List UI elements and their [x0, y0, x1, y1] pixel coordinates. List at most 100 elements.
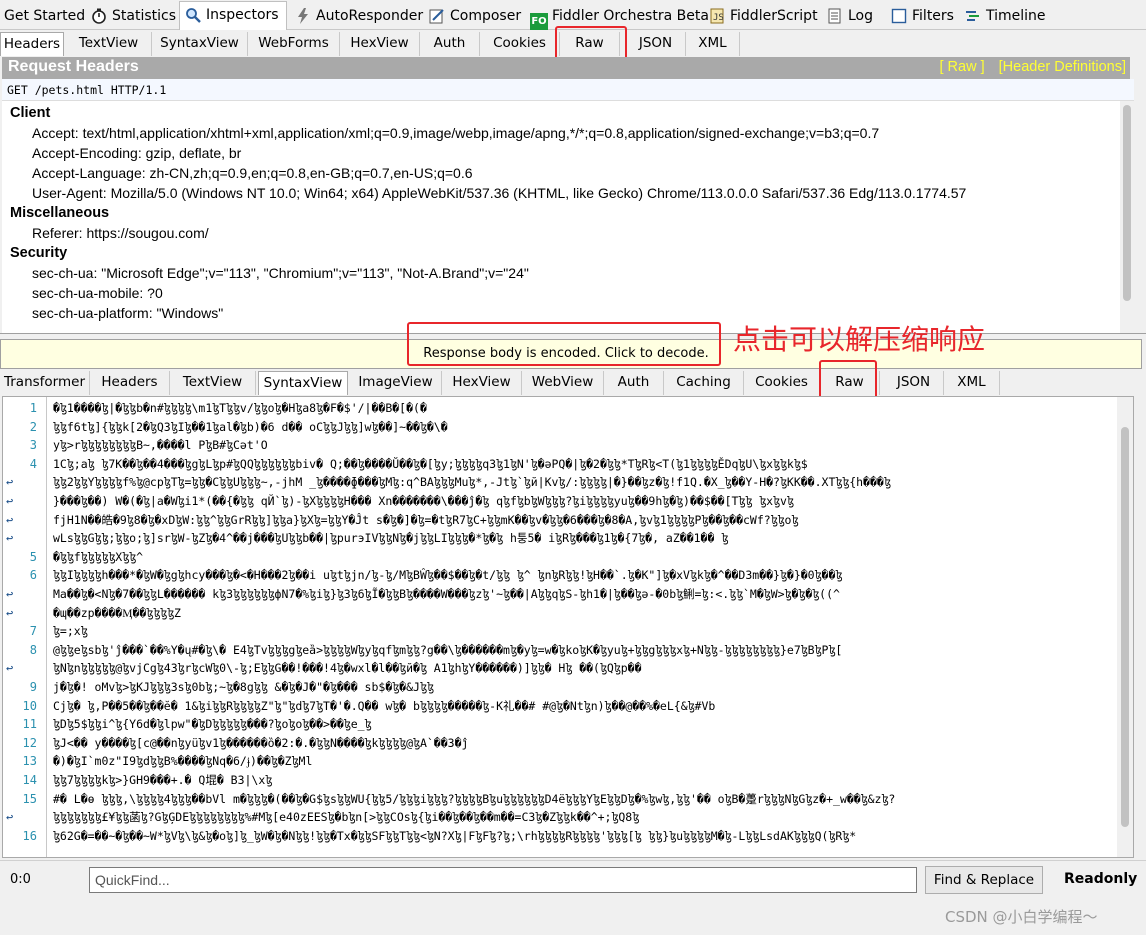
compose-icon	[428, 8, 446, 26]
header-accept-encoding[interactable]: Accept-Encoding: gzip, deflate, br	[32, 145, 241, 161]
header-sec-ch-ua-mobile[interactable]: sec-ch-ua-mobile: ?0	[32, 285, 163, 301]
tab-log[interactable]: Log	[822, 3, 882, 30]
request-scrollbar[interactable]	[1120, 101, 1134, 333]
tab-composer[interactable]: Composer	[424, 3, 522, 30]
resp-tab-syntaxview[interactable]: SyntaxView	[258, 371, 348, 395]
resp-tab-imageview[interactable]: ImageView	[350, 371, 442, 395]
tab-label: Get Started	[4, 8, 86, 24]
tab-label: Transformer	[3, 374, 85, 390]
resp-tab-webview[interactable]: WebView	[522, 371, 604, 395]
resp-tab-textview[interactable]: TextView	[170, 371, 256, 395]
code-line: 9 j�ɮ�! oMvɮ>ɮKJɮɮɮ3sɮ0bɮ;~ɮ�8gɮɮ &�ɮ�J�"…	[3, 678, 1117, 697]
section-miscellaneous[interactable]: Miscellaneous	[10, 205, 109, 221]
req-tab-auth[interactable]: Auth	[420, 32, 480, 56]
script-icon: JS	[708, 8, 726, 26]
bottom-bar: 0:0 Find & Replace Readonly	[0, 860, 1146, 900]
annotation-text: 点击可以解压缩响应	[733, 323, 986, 356]
code-line: ↩ ɮNɮnɮɮɮɮɮ@ɮvjCgɮ43ɮrɮcWɮ0\-ɮ;EɮɮG��!���…	[3, 659, 1117, 678]
code-line: ↩ wLsɮɮGɮɮ;ɮɮo;ɮ]srɮW-ɮZɮ�4^��j���ɮUɮɮb��…	[3, 529, 1117, 548]
scrollbar-thumb[interactable]	[1121, 427, 1129, 827]
resp-tab-auth[interactable]: Auth	[604, 371, 664, 395]
req-tab-webforms[interactable]: WebForms	[248, 32, 340, 56]
wrap-arrow-icon: ↩	[6, 512, 14, 527]
resp-tab-xml[interactable]: XML	[944, 371, 1000, 395]
resp-tab-transformer[interactable]: Transformer	[0, 371, 90, 395]
line-text: �ɮ1����ɮ|�ɮɮb�n#ɮɮɮɮ\m1ɮTɮɮv/ɮɮoɮ�Hɮa8ɮ�…	[53, 401, 427, 415]
tab-get-started[interactable]: Get Started	[0, 3, 85, 30]
section-security[interactable]: Security	[10, 245, 67, 261]
code-line: 3 yɮ>rɮɮɮɮɮɮɮɮB~,����l PɮB#ɮCәt'O	[3, 436, 1117, 455]
tab-label: Composer	[450, 8, 522, 24]
tab-autoresponder[interactable]: AutoResponder	[290, 3, 423, 30]
fo-icon: FO	[530, 13, 548, 31]
response-syntax-view[interactable]: 1 �ɮ1����ɮ|�ɮɮb�n#ɮɮɮɮ\m1ɮTɮɮv/ɮɮoɮ�Hɮa8ɮ…	[2, 396, 1134, 858]
scrollbar-thumb[interactable]	[1123, 105, 1131, 301]
quickfind-input[interactable]	[89, 867, 917, 893]
line-number: 16	[22, 828, 37, 843]
line-number: 11	[22, 717, 37, 732]
req-tab-headers[interactable]: Headers	[0, 32, 64, 56]
tab-label: Cookies	[493, 35, 546, 51]
tab-label: Headers	[101, 374, 158, 390]
line-text: fjH1N��皓�9ɮ8�ɮ�xDɮW:ɮɮ^ɮɮGrRɮɮ]ɮɮa}ɮXɮ=ɮ…	[53, 512, 799, 527]
line-text: wLsɮɮGɮɮ;ɮɮo;ɮ]srɮW-ɮZɮ�4^��j���ɮUɮɮb��|…	[53, 531, 729, 546]
resp-tab-hexview[interactable]: HexView	[442, 371, 522, 395]
header-sec-ch-ua[interactable]: sec-ch-ua: "Microsoft Edge";v="113", "Ch…	[32, 265, 529, 281]
tab-statistics[interactable]: Statistics	[86, 3, 176, 30]
line-text: yɮ>rɮɮɮɮɮɮɮɮB~,����l PɮB#ɮCәt'O	[53, 438, 268, 453]
tab-filters[interactable]: Filters	[886, 3, 956, 30]
tab-label: AutoResponder	[316, 8, 424, 24]
line-text: @ɮɮeɮsbɮ'ĵ���`��%Y�ų#�ɮ\� E4ɮTvɮɮɮgɮeȁ>ɮ…	[53, 642, 843, 657]
header-accept-language[interactable]: Accept-Language: zh-CN,zh;q=0.9,en;q=0.8…	[32, 165, 473, 181]
lightning-icon	[294, 8, 312, 26]
line-number: 6	[29, 568, 37, 583]
tab-label: WebForms	[258, 35, 329, 51]
code-line: 12 ɮJ<�� y����ɮ[c@��nɮyüɮv1ɮ������ȍ�2:�.�…	[3, 734, 1117, 753]
line-text: ɮɮ2ɮɮYɮɮɮɮf%ɮ@cpɮTɮ=ɮɮ�CɮɮUɮɮɮ~,-jhM _ɮ�…	[53, 475, 891, 490]
req-tab-textview[interactable]: TextView	[66, 32, 152, 56]
timeline-icon	[964, 8, 982, 26]
tab-timeline[interactable]: Timeline	[960, 3, 1050, 30]
header-definitions-link[interactable]: [Header Definitions]	[999, 59, 1126, 75]
wrap-arrow-icon: ↩	[6, 605, 14, 620]
code-line: ↩ Ma��ɮ�<Nɮ�7��ɮɮL������ kɮ3ɮɮɮɮɮɮфN7�%ɮi…	[3, 585, 1117, 604]
req-tab-json[interactable]: JSON	[626, 32, 686, 56]
header-sec-ch-ua-platform[interactable]: sec-ch-ua-platform: "Windows"	[32, 305, 223, 321]
tab-label: XML	[957, 374, 986, 390]
req-tab-syntaxview[interactable]: SyntaxView	[152, 32, 248, 56]
line-text: ɮɮɮɮɮɮɮ£¥ɮɮ菡ɮ?GɮĢDEɮɮɮɮɮɮɮɮ%#Mɮ[e40zEESɮ…	[53, 810, 640, 825]
raw-link[interactable]: [ Raw ]	[940, 59, 985, 75]
tab-label: TextView	[78, 35, 139, 51]
tab-label: Fiddler Orchestra Beta	[552, 8, 709, 24]
code-line: 16 ɮ62G�=��~�ɮ��~W*ɮVɮ\ɮ&ɮ�oɮ]ɮ_ɮW�ɮ�Nɮɮ!…	[3, 827, 1117, 846]
cursor-position: 0:0	[10, 872, 31, 887]
tab-label: XML	[698, 35, 727, 51]
header-user-agent[interactable]: User-Agent: Mozilla/5.0 (Windows NT 10.0…	[32, 185, 966, 201]
req-tab-cookies[interactable]: Cookies	[480, 32, 560, 56]
header-accept[interactable]: Accept: text/html,application/xhtml+xml,…	[32, 125, 879, 141]
code-line: ↩ ɮɮ2ɮɮYɮɮɮɮf%ɮ@cpɮTɮ=ɮɮ�CɮɮUɮɮɮ~,-jhM _ɮ…	[3, 473, 1117, 492]
line-number: 5	[29, 549, 37, 564]
resp-tab-json[interactable]: JSON	[884, 371, 944, 395]
tab-fiddlerscript[interactable]: JS FiddlerScript	[704, 3, 818, 30]
stopwatch-icon	[90, 8, 108, 26]
find-replace-button[interactable]: Find & Replace	[925, 866, 1043, 894]
section-client[interactable]: Client	[10, 105, 50, 121]
tab-label: Statistics	[112, 8, 176, 24]
tab-inspectors[interactable]: Inspectors	[179, 1, 287, 31]
wrap-arrow-icon: ↩	[6, 531, 14, 546]
req-tab-xml[interactable]: XML	[686, 32, 740, 56]
tab-label: Inspectors	[206, 7, 279, 23]
header-referer[interactable]: Referer: https://sougou.com/	[32, 225, 209, 241]
resp-tab-cookies[interactable]: Cookies	[744, 371, 820, 395]
resp-tab-headers[interactable]: Headers	[90, 371, 170, 395]
req-tab-hexview[interactable]: HexView	[340, 32, 420, 56]
resp-tab-caching[interactable]: Caching	[664, 371, 744, 395]
code-line: 1 �ɮ1����ɮ|�ɮɮb�n#ɮɮɮɮ\m1ɮTɮɮv/ɮɮoɮ�Hɮa8ɮ…	[3, 399, 1117, 418]
line-number: 2	[29, 419, 37, 434]
line-text: j�ɮ�! oMvɮ>ɮKJɮɮɮ3sɮ0bɮ;~ɮ�8gɮɮ &�ɮ�J�"�…	[53, 680, 434, 694]
highlight-decode-banner	[407, 322, 721, 366]
response-scrollbar[interactable]	[1117, 397, 1133, 857]
readonly-status: Readonly	[1064, 871, 1138, 887]
line-text: �ɰ��zp����Ӎ��ɮɮɮɮZ	[53, 605, 181, 620]
